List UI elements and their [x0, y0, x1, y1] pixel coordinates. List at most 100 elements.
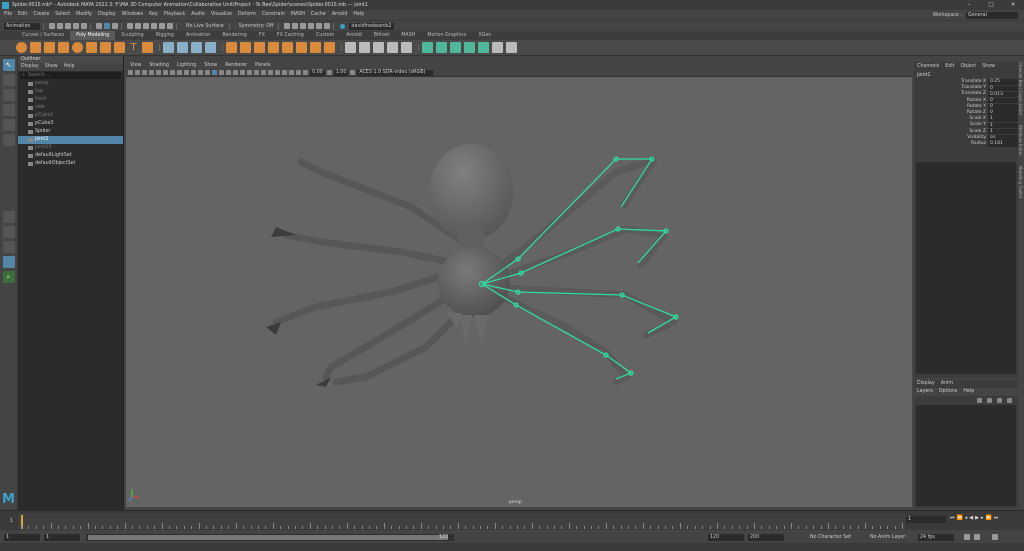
arnold-render-icon[interactable]	[316, 23, 323, 29]
anim-layer-dropdown[interactable]: No Anim Layer	[868, 534, 916, 541]
new-layer-icon[interactable]	[997, 397, 1002, 403]
xray-icon[interactable]	[282, 70, 287, 75]
resolution-gate-icon[interactable]	[170, 70, 175, 75]
auto-seams-icon[interactable]	[450, 42, 461, 53]
playback-end-field[interactable]: 120	[708, 534, 744, 541]
planar-map-icon[interactable]	[436, 42, 447, 53]
smooth-icon[interactable]	[205, 42, 216, 53]
select-tool-icon[interactable]: ↖	[2, 59, 15, 71]
shelf-tab-bifrost[interactable]: Bifrost	[368, 31, 396, 40]
snap-point-icon[interactable]	[143, 23, 149, 29]
workspace-selector[interactable]: Workspace : General	[933, 10, 1018, 20]
outliner-item[interactable]: top	[18, 88, 123, 96]
menu-set-dropdown[interactable]: Animation	[4, 22, 40, 30]
poly-cylinder-icon[interactable]	[44, 42, 55, 53]
svg-icon[interactable]	[142, 42, 153, 53]
playback-start-field[interactable]: 1	[44, 534, 80, 541]
channel-attribute-row[interactable]: Visibility on	[914, 135, 1018, 141]
camera-select-icon[interactable]	[128, 70, 133, 75]
symmetry-dropdown[interactable]: Symmetry: Off	[237, 23, 276, 30]
poly-cube-icon[interactable]	[30, 42, 41, 53]
channel-attribute-value[interactable]: 0	[988, 110, 1018, 116]
channel-attribute-value[interactable]: 1	[988, 122, 1018, 129]
menu-playback[interactable]: Playback	[164, 10, 185, 20]
shelf-tab-custom[interactable]: Custom	[310, 31, 340, 40]
go-to-start-icon[interactable]: ⏮	[950, 515, 955, 521]
ambient-occlusion-icon[interactable]	[254, 70, 259, 75]
uv-editor-icon[interactable]	[422, 42, 433, 53]
anti-aliasing-icon[interactable]	[268, 70, 273, 75]
layer-tab-anim[interactable]: Anim	[941, 380, 953, 388]
user-icon[interactable]	[340, 23, 346, 29]
snap-vertex-icon[interactable]	[167, 23, 173, 29]
shelf-tab-curves-surfaces[interactable]: Curves / Surfaces	[16, 31, 70, 40]
command-line[interactable]	[0, 543, 1024, 551]
channel-attribute-value[interactable]: 0.25	[988, 79, 1018, 85]
shelf-tab-sculpting[interactable]: Sculpting	[115, 31, 149, 40]
channel-attribute-value[interactable]: 0.013	[988, 91, 1018, 98]
use-all-lights-icon[interactable]	[240, 70, 245, 75]
select-object-icon[interactable]	[104, 23, 110, 29]
outliner-item[interactable]: defaultLightSet	[18, 152, 123, 160]
menu-audio[interactable]: Audio	[191, 10, 205, 20]
single-view-icon[interactable]	[2, 211, 15, 223]
render-icon[interactable]	[284, 23, 291, 29]
grid-icon[interactable]	[156, 70, 161, 75]
fps-dropdown[interactable]: 24 fps	[918, 534, 954, 541]
perspective-viewport[interactable]: persp	[126, 77, 912, 507]
channel-attribute-value[interactable]: 0	[988, 85, 1018, 92]
motion-blur-icon[interactable]	[261, 70, 266, 75]
channel-attribute-value[interactable]: 0	[988, 97, 1018, 104]
viewport-menu-show[interactable]: Show	[204, 62, 217, 69]
menu-create[interactable]: Create	[33, 10, 49, 20]
live-surface-dropdown[interactable]: No Live Surface	[184, 23, 226, 30]
menu-modify[interactable]: Modify	[76, 10, 92, 20]
bridge-icon[interactable]	[254, 42, 265, 53]
combine-icon[interactable]	[163, 42, 174, 53]
go-to-end-icon[interactable]: ⏭	[994, 515, 999, 521]
isolate-select-icon[interactable]	[275, 70, 280, 75]
unfold-icon[interactable]	[464, 42, 475, 53]
wireframe-on-shaded-icon[interactable]	[226, 70, 231, 75]
cut-uv-icon[interactable]	[506, 42, 517, 53]
scene-end-field[interactable]: 200	[748, 534, 784, 541]
exposure-icon[interactable]	[303, 70, 308, 75]
menu-select[interactable]: Select	[55, 10, 70, 20]
channel-attribute-value[interactable]: 0.181	[988, 141, 1018, 147]
gamma-field[interactable]: 1.00	[333, 69, 349, 76]
poly-plane-icon[interactable]	[86, 42, 97, 53]
auto-key-icon[interactable]	[974, 534, 980, 540]
extrude-icon[interactable]	[226, 42, 237, 53]
safe-title-icon[interactable]	[198, 70, 203, 75]
field-chart-icon[interactable]	[184, 70, 189, 75]
shelf-tab-animation[interactable]: Animation	[180, 31, 216, 40]
viewport-menu-panels[interactable]: Panels	[255, 62, 270, 69]
paint-select-icon[interactable]	[2, 89, 15, 101]
search-icon[interactable]: ⌕	[2, 271, 15, 283]
image-plane-icon[interactable]	[149, 70, 154, 75]
shelf-tab-rigging[interactable]: Rigging	[150, 31, 180, 40]
range-bar[interactable]: 120	[86, 534, 454, 541]
quad-draw-icon[interactable]	[387, 42, 398, 53]
bookmark-icon[interactable]	[142, 70, 147, 75]
current-frame-field[interactable]: 1	[906, 516, 946, 523]
menu-cache[interactable]: Cache	[311, 10, 326, 20]
separate-icon[interactable]	[177, 42, 188, 53]
xray-components-icon[interactable]	[296, 70, 301, 75]
menu-windows[interactable]: Windows	[122, 10, 143, 20]
close-button[interactable]: ✕	[1002, 0, 1024, 10]
new-scene-icon[interactable]	[49, 23, 55, 29]
shadows-icon[interactable]	[247, 70, 252, 75]
shelf-tab-motion-graphics[interactable]: Motion Graphics	[421, 31, 472, 40]
step-back-frame-icon[interactable]: ◂	[965, 515, 968, 521]
xray-joints-icon[interactable]	[289, 70, 294, 75]
hypershade-icon[interactable]	[308, 23, 315, 29]
side-tab-channel-box-layer-editor[interactable]: Channel Box / Layer Editor	[1018, 62, 1023, 115]
channel-menu-channels[interactable]: Channels	[917, 62, 939, 72]
channel-attribute-value[interactable]: 0	[988, 104, 1018, 110]
outliner-item[interactable]: joint10	[18, 144, 123, 152]
minimize-button[interactable]: –	[958, 0, 980, 10]
channel-attribute-row[interactable]: Scale Y1	[914, 122, 1018, 129]
viewport-menu-view[interactable]: View	[130, 62, 141, 69]
channel-attribute-row[interactable]: Radius 0.181	[914, 141, 1018, 147]
